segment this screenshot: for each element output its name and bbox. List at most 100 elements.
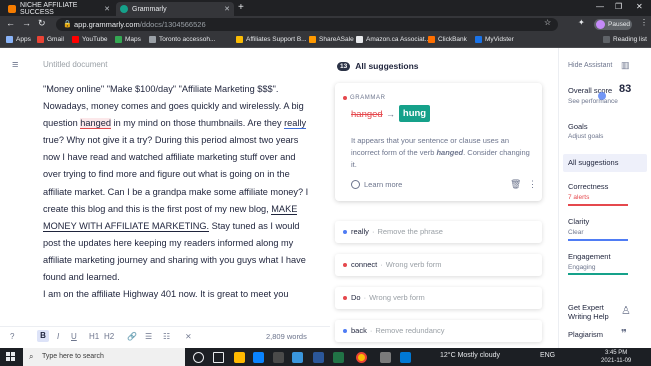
language-indicator[interactable]: ENG	[540, 352, 555, 359]
writing-help-label[interactable]: Writing Help	[568, 312, 609, 321]
suggestion-card-do[interactable]: Do · Wrong verb form	[335, 287, 542, 309]
goals-label[interactable]: Goals	[568, 122, 588, 131]
flagged-word-hanged[interactable]: hanged	[80, 118, 111, 130]
tab-niche-affiliate[interactable]: NICHE AFFILIATE SUCCESS ✕	[4, 2, 114, 16]
windows-start-icon[interactable]	[6, 352, 16, 362]
accept-replacement-button[interactable]: hung	[399, 105, 430, 122]
menu-kebab-icon[interactable]: ⋮	[640, 18, 648, 27]
tab-grammarly[interactable]: Grammarly ✕	[116, 2, 234, 16]
italic-button[interactable]: I	[57, 332, 59, 341]
suggestion-card-connect[interactable]: connect · Wrong verb form	[335, 254, 542, 276]
close-window-icon[interactable]: ✕	[636, 2, 643, 11]
lock-icon: 🔒	[63, 21, 72, 28]
see-performance-link[interactable]: See performance	[568, 98, 618, 105]
adjust-goals-link[interactable]: Adjust goals	[568, 133, 603, 140]
more-options-icon[interactable]: ⋮	[528, 179, 537, 190]
overall-score-value[interactable]: 83	[619, 83, 631, 95]
bookmark-maps[interactable]: Maps	[115, 36, 141, 43]
hamburger-menu-icon[interactable]: ≡	[12, 59, 18, 71]
maximize-icon[interactable]: ❐	[615, 2, 622, 11]
link-icon[interactable]: 🔗	[127, 332, 137, 341]
suggestions-title: All suggestions	[355, 61, 419, 71]
bulleted-list-icon[interactable]: ☷	[163, 332, 170, 341]
back-icon[interactable]: ←	[6, 18, 15, 28]
format-toolbar: ? B I U H1 H2 🔗 ☰ ☷ ⨯ 2,809 words	[0, 326, 330, 348]
suggestion-card-back[interactable]: back · Remove redundancy	[335, 320, 542, 342]
chrome-icon[interactable]	[356, 352, 367, 363]
word-icon[interactable]	[313, 352, 324, 363]
address-bar[interactable]: 🔒 app.grammarly.com/ddocs/1304566526	[56, 18, 558, 31]
clear-format-icon[interactable]: ⨯	[185, 332, 192, 341]
word-count[interactable]: 2,809 words	[266, 332, 307, 341]
tab-title: NICHE AFFILIATE SUCCESS	[20, 2, 78, 16]
close-tab-icon[interactable]: ✕	[224, 5, 230, 13]
dismiss-trash-icon[interactable]: 🗑	[510, 179, 521, 190]
taskbar-search-input[interactable]: ⌕ Type here to search	[23, 348, 185, 366]
weather-text: 12°C Mostly cloudy	[440, 352, 500, 359]
task-view-icon[interactable]	[213, 352, 224, 363]
new-tab-button[interactable]: +	[238, 2, 244, 13]
nav-engagement[interactable]: Engagement	[568, 252, 611, 261]
suggestion-card-grammar[interactable]: GRAMMAR hanged → hung It appears that yo…	[335, 83, 542, 201]
heading1-button[interactable]: H1	[89, 332, 99, 341]
bookmark-affiliates[interactable]: Affiliates Support B...	[236, 36, 307, 43]
cortana-icon[interactable]	[193, 352, 204, 363]
bookmark-youtube[interactable]: YouTube	[72, 36, 108, 43]
flagged-word-really[interactable]: really	[284, 118, 307, 130]
profile-button[interactable]: Paused	[594, 19, 632, 30]
extensions-icon[interactable]: ✦	[578, 18, 585, 27]
document-editor[interactable]: "Money online" "Make $100/day" "Affiliat…	[43, 81, 313, 303]
suggestion-card-really[interactable]: really · Remove the phrase	[335, 221, 542, 243]
panel-toggle-icon[interactable]: ▥	[621, 60, 630, 71]
app-icon[interactable]	[380, 352, 391, 363]
get-expert-label[interactable]: Get Expert	[568, 303, 604, 312]
reload-icon[interactable]: ↻	[38, 18, 46, 29]
bookmark-label: MyVidster	[485, 36, 514, 43]
minimize-icon[interactable]: —	[596, 2, 604, 11]
document-title[interactable]: Untitled document	[43, 60, 107, 69]
underline-button[interactable]: U	[71, 332, 77, 341]
heading2-button[interactable]: H2	[104, 332, 114, 341]
suggestion-count-badge: 13	[337, 61, 351, 71]
bookmark-apps[interactable]: Apps	[6, 36, 31, 43]
help-icon[interactable]: ?	[10, 332, 14, 341]
quote-icon[interactable]: ❞	[621, 327, 627, 340]
nav-plagiarism[interactable]: Plagiarism	[568, 330, 603, 339]
forward-icon[interactable]: →	[22, 18, 31, 28]
reading-list-icon	[603, 36, 610, 43]
expert-person-icon[interactable]: ♙	[621, 304, 631, 317]
bookmark-gmail[interactable]: Gmail	[37, 36, 64, 43]
edge-icon[interactable]	[253, 352, 264, 363]
nav-clarity[interactable]: Clarity	[568, 217, 589, 226]
bookmark-myvidster[interactable]: MyVidster	[475, 36, 514, 43]
ordered-list-icon[interactable]: ☰	[145, 332, 152, 341]
paragraph-text: in my mind on those thumbnails. Are they	[110, 118, 285, 129]
file-explorer-icon[interactable]	[234, 352, 245, 363]
blogger-favicon-icon	[8, 5, 16, 13]
bookmark-label: ShareASale	[319, 36, 354, 43]
bookmark-shareasale[interactable]: ShareASale	[309, 36, 354, 43]
nav-all-suggestions[interactable]: All suggestions	[563, 154, 647, 172]
bookmark-page-icon	[309, 36, 316, 43]
reading-list[interactable]: Reading list	[603, 36, 647, 43]
excel-icon[interactable]	[333, 352, 344, 363]
close-tab-icon[interactable]: ✕	[104, 5, 110, 13]
store-icon[interactable]	[273, 352, 284, 363]
mail-icon[interactable]	[292, 352, 303, 363]
bookmark-amazon[interactable]: Amazon.ca Associat...	[356, 36, 430, 43]
bookmark-clickbank[interactable]: ClickBank	[428, 36, 467, 43]
bookmark-toronto[interactable]: Toronto accessoh...	[149, 36, 215, 43]
weather-widget[interactable]: 12°C Mostly cloudy ENG	[440, 352, 555, 359]
myvidster-icon	[475, 36, 482, 43]
paragraph-text: true? Why not give it a try? During this…	[43, 135, 309, 214]
hide-assistant-button[interactable]: Hide Assistant	[568, 62, 612, 69]
bookmark-star-icon[interactable]: ☆	[544, 18, 551, 27]
clock-date: 2021-11-09	[601, 358, 632, 364]
photos-icon[interactable]	[400, 352, 411, 363]
learn-more-icon[interactable]	[351, 180, 360, 189]
nav-correctness[interactable]: Correctness	[568, 182, 608, 191]
system-clock[interactable]: 3:45 PM 2021-11-09	[601, 349, 631, 365]
tab-title: Grammarly	[132, 5, 167, 13]
bold-button[interactable]: B	[37, 330, 49, 342]
learn-more-link[interactable]: Learn more	[364, 180, 402, 189]
